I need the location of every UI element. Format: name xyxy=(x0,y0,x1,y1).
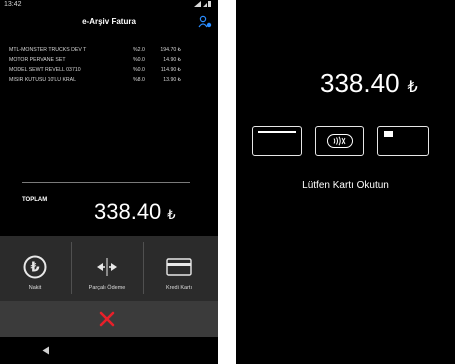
total-divider xyxy=(22,182,190,183)
list-item[interactable]: MISIR KUTUSU 10'LU KRAL %8.0 13.90 ₺ xyxy=(9,75,209,85)
system-nav-bar xyxy=(0,337,218,364)
svg-text:₺: ₺ xyxy=(30,261,39,276)
app-header: e-Arşiv Fatura xyxy=(0,10,218,34)
card-swipe-option xyxy=(252,126,302,156)
payment-amount-value: 338.40 xyxy=(320,68,400,98)
item-tax: %2.0 xyxy=(133,47,145,53)
split-arrows-icon xyxy=(97,258,117,276)
page-title: e-Arşiv Fatura xyxy=(82,17,136,26)
magstripe-icon xyxy=(258,131,296,133)
list-item[interactable]: MODEL SEWT REVELL 03710 %0.0 114.90 ₺ xyxy=(9,65,209,75)
total-amount-value: 338.40 xyxy=(94,199,162,224)
item-price: 14.90 ₺ xyxy=(163,57,181,63)
checkout-screen: 13:42 e-Arşiv Fatura MTL-MONSTER TRUCKS … xyxy=(0,0,218,364)
item-price: 194.70 ₺ xyxy=(160,47,181,53)
back-icon[interactable] xyxy=(42,346,50,355)
card-prompt-message: Lütfen Kartı Okutun xyxy=(302,180,389,191)
total-currency: ₺ xyxy=(167,207,176,222)
status-bar: 13:42 xyxy=(0,0,218,10)
cancel-bar xyxy=(0,301,218,337)
credit-card-button[interactable]: Kredi Kartı xyxy=(144,236,214,301)
split-payment-label: Parçalı Ödeme xyxy=(88,285,126,291)
list-item[interactable]: MOTOR PERVANE SET %0.0 14.90 ₺ xyxy=(9,55,209,65)
contactless-icon xyxy=(327,134,353,148)
list-item[interactable]: MTL-MONSTER TRUCKS DEV T %2.0 194.70 ₺ xyxy=(9,45,209,55)
total-amount: 338.40 ₺ xyxy=(94,199,176,225)
close-icon[interactable] xyxy=(98,310,116,328)
item-price: 114.90 ₺ xyxy=(160,67,181,73)
split-payment-button[interactable]: Parçalı Ödeme xyxy=(72,236,142,301)
cash-button[interactable]: ₺ Nakit xyxy=(0,236,70,301)
credit-card-label: Kredi Kartı xyxy=(166,285,192,291)
item-price: 13.90 ₺ xyxy=(163,77,181,83)
item-tax: %8.0 xyxy=(133,77,145,83)
payment-currency: ₺ xyxy=(407,79,418,96)
lira-coin-icon: ₺ xyxy=(23,255,47,279)
item-tax: %0.0 xyxy=(133,57,145,63)
credit-card-icon xyxy=(166,258,192,276)
card-reader-screen: 338.40 ₺ Lütfen Kartı Okutun xyxy=(236,0,455,364)
card-chip-option xyxy=(377,126,429,156)
cash-label: Nakit xyxy=(28,285,42,291)
item-name: MTL-MONSTER TRUCKS DEV T xyxy=(9,47,87,53)
item-name: MOTOR PERVANE SET xyxy=(9,57,66,63)
signal-battery-icon xyxy=(194,1,211,7)
item-name: MODEL SEWT REVELL 03710 xyxy=(9,67,81,73)
total-label: TOPLAM xyxy=(22,197,48,203)
payment-amount: 338.40 ₺ xyxy=(320,68,418,99)
payment-options: ₺ Nakit Parçalı Ödeme Kredi Kartı xyxy=(0,236,218,301)
item-name: MISIR KUTUSU 10'LU KRAL xyxy=(9,77,77,83)
status-time: 13:42 xyxy=(4,1,22,8)
item-tax: %0.0 xyxy=(133,67,145,73)
card-contactless-option xyxy=(315,126,364,156)
user-settings-icon[interactable] xyxy=(198,15,212,29)
chip-icon xyxy=(384,131,393,137)
